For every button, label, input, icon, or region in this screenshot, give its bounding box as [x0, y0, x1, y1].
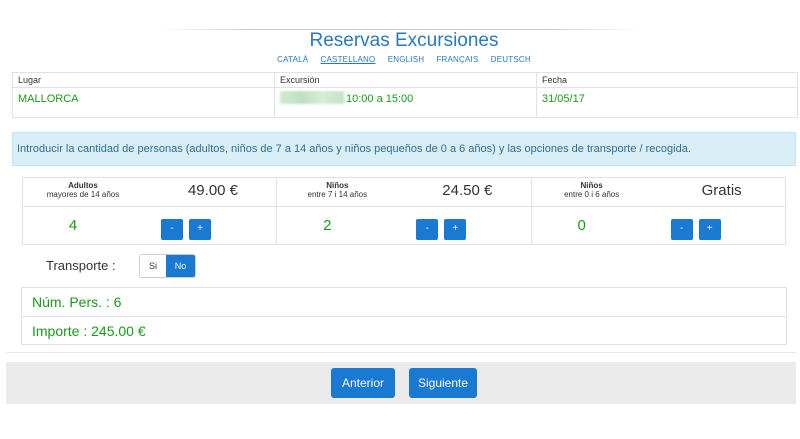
language-selector: CATALÀ CASTELLANO ENGLISH FRANÇAIS DEUTS…: [0, 55, 800, 64]
lang-deutsch-link[interactable]: DEUTSCH: [491, 55, 531, 64]
adults-plus-button[interactable]: +: [189, 219, 211, 240]
amount-total: Importe : 245.00 €: [22, 316, 786, 345]
children-7-14-label: Niños: [326, 181, 349, 190]
redacted-excursion-name: [280, 91, 344, 104]
children-7-14-minus-button[interactable]: -: [416, 219, 439, 240]
transport-toggle: Si No: [139, 254, 196, 278]
booking-info-table: Lugar MALLORCA Excursión 10:00 a 15:00 F…: [12, 72, 798, 118]
page-title: Reservas Excursiones: [309, 30, 499, 51]
persons-total: Núm. Pers. : 6: [32, 294, 122, 310]
children-7-14-price: 24.50 €: [442, 182, 493, 199]
next-button[interactable]: Siguiente: [409, 368, 477, 398]
children-0-6-column: Niños entre 0 i 6 años Gratis 0 - +: [531, 178, 785, 244]
place-column: Lugar MALLORCA: [13, 73, 275, 117]
children-7-14-plus-button[interactable]: +: [444, 219, 467, 240]
footer-bar: Anterior Siguiente: [6, 362, 796, 404]
children-7-14-count: 2: [323, 217, 332, 234]
excursion-time: 10:00 a 15:00: [346, 93, 414, 105]
children-0-6-minus-button[interactable]: -: [670, 219, 693, 240]
date-header: Fecha: [537, 73, 797, 88]
place-header: Lugar: [13, 73, 274, 88]
adults-price: 49.00 €: [187, 182, 239, 199]
previous-button[interactable]: Anterior: [331, 368, 395, 398]
excursion-header: Excursión: [275, 73, 536, 88]
excursion-value: 10:00 a 15:00: [275, 88, 536, 117]
booking-summary: Núm. Pers. : 6 Importe : 245.00 €: [21, 287, 787, 345]
footer-divider: [6, 352, 796, 353]
children-0-6-price: Gratis: [701, 182, 742, 199]
children-0-6-count: 0: [577, 217, 586, 234]
adults-count: 4: [68, 217, 78, 234]
adults-minus-button[interactable]: -: [161, 219, 183, 240]
excursion-column: Excursión 10:00 a 15:00: [275, 73, 537, 117]
adults-sublabel: mayores de 14 años: [46, 190, 120, 199]
date-value: 31/05/17: [542, 93, 585, 105]
children-7-14-sublabel: entre 7 i 14 años: [307, 190, 368, 199]
children-7-14-column: Niños entre 7 i 14 años 24.50 € 2 - +: [277, 178, 532, 244]
place-value: MALLORCA: [18, 93, 79, 105]
date-column: Fecha 31/05/17: [537, 73, 797, 117]
info-alert: Introducir la cantidad de personas (adul…: [12, 132, 796, 166]
lang-catala-link[interactable]: CATALÀ: [277, 55, 308, 64]
lang-castellano-link[interactable]: CASTELLANO: [321, 55, 376, 64]
transport-label: Transporte :: [46, 258, 116, 273]
lang-english-link[interactable]: ENGLISH: [388, 55, 425, 64]
children-0-6-label: Niños: [580, 181, 603, 190]
transport-no-option[interactable]: No: [166, 255, 195, 277]
people-quantity-table: Adultos mayores de 14 años 49.00 € 4 - +…: [22, 177, 786, 245]
children-0-6-plus-button[interactable]: +: [698, 219, 721, 240]
adults-label: Adultos: [68, 181, 98, 190]
transport-yes-option[interactable]: Si: [140, 255, 166, 277]
adults-column: Adultos mayores de 14 años 49.00 € 4 - +: [23, 178, 278, 244]
lang-francais-link[interactable]: FRANÇAIS: [436, 55, 478, 64]
children-0-6-sublabel: entre 0 i 6 años: [564, 190, 620, 199]
